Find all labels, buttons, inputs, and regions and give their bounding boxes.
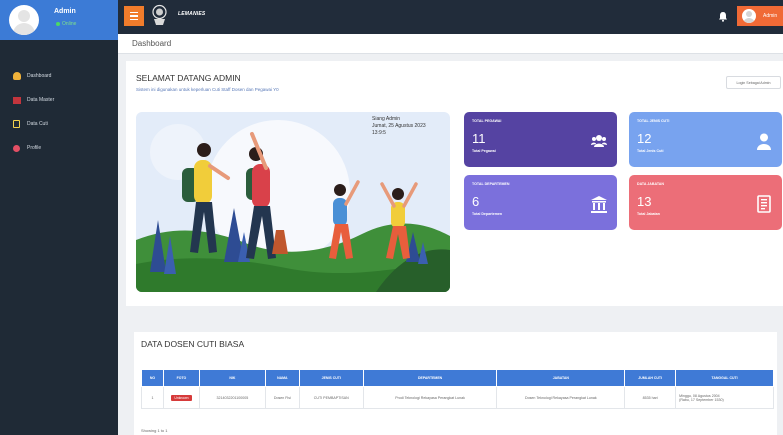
cell-jenis-cuti: CUTI PEMBAPTISAN	[298, 386, 364, 409]
card-subtitle: Total Jenis Cuti	[637, 149, 664, 153]
logo-icon	[152, 4, 167, 25]
data-jabatan-card[interactable]: DATA JABATAN 13 Total Jabatan	[629, 175, 782, 230]
cuti-table-panel: DATA DOSEN CUTI BIASA NO FOTO NIK NAMA J…	[134, 332, 777, 435]
cell-no: 1	[141, 386, 164, 409]
users-icon	[591, 135, 607, 147]
sidebar-item-data-master[interactable]: Data Master	[0, 88, 118, 112]
cuti-table: NO FOTO NIK NAMA JENIS CUTI DEPARTEMEN J…	[141, 369, 774, 409]
card-subtitle: Total Departemen	[472, 212, 503, 216]
sidebar-item-label: Profile	[27, 145, 42, 151]
cell-nik: 3214032201100005	[198, 386, 266, 409]
column-header[interactable]: JUMLAH CUTI	[624, 369, 677, 387]
topbar: LEMANIES Admin	[118, 0, 783, 34]
welcome-banner: Siang Admin Jumat, 25 Agustus 2023 13:9:…	[136, 112, 450, 292]
card-subtitle: Total Jabatan	[637, 212, 660, 216]
sidebar-item-label: Dashboard	[27, 73, 52, 79]
sidebar-item-profile[interactable]: Profile	[0, 136, 118, 160]
document-icon	[757, 195, 771, 213]
database-icon	[12, 96, 21, 105]
table-showing-info: Showing 1 to 1	[141, 428, 168, 433]
user-menu-button[interactable]: Admin	[737, 6, 783, 26]
login-as-admin-button[interactable]: Login Sebagai Admin	[726, 76, 781, 89]
welcome-subtitle: Sistem ini digunakan untuk keperluan Cut…	[136, 87, 279, 92]
calendar-icon	[12, 120, 21, 129]
user-icon	[12, 144, 21, 153]
time-text: 13:9:5	[372, 130, 386, 136]
table-row: 1 Unknown 3214032201100005 Dosen Fisi CU…	[141, 386, 774, 409]
bell-icon[interactable]	[718, 11, 728, 22]
card-title: TOTAL PEGAWAI	[472, 119, 502, 123]
total-jenis-cuti-card[interactable]: TOTAL JENIS CUTI 12 Total Jenis Cuti	[629, 112, 782, 167]
column-header[interactable]: JABATAN	[496, 369, 626, 387]
sidebar: Admin Online Dashboard Data Master Data …	[0, 0, 118, 435]
card-title: DATA JABATAN	[637, 182, 664, 186]
banner-greeting: Siang Admin Jumat, 25 Agustus 2023 13:9:…	[372, 116, 426, 137]
card-value: 6	[472, 194, 480, 209]
greeting-text: Siang Admin	[372, 116, 401, 122]
card-title: TOTAL JENIS CUTI	[637, 119, 670, 123]
card-value: 13	[637, 194, 652, 209]
sidebar-user-name: Admin	[54, 8, 76, 15]
cell-departemen: Prodi Teknologi Rekayasa Perangkat Lunak	[362, 386, 498, 409]
column-header[interactable]: FOTO	[162, 369, 200, 387]
hiking-illustration	[136, 120, 450, 292]
dashboard-icon	[12, 72, 21, 81]
avatar	[742, 9, 756, 23]
total-pegawai-card[interactable]: TOTAL PEGAWAI 11 Total Pegawai	[464, 112, 617, 167]
avatar-body	[13, 23, 35, 35]
column-header[interactable]: NO	[141, 369, 164, 387]
column-header[interactable]: NIK	[198, 369, 266, 387]
date-text: Jumat, 25 Agustus 2023	[372, 123, 426, 129]
avatar-head	[18, 10, 30, 22]
breadcrumb: Dashboard	[118, 34, 783, 54]
welcome-title: SELAMAT DATANG ADMIN	[136, 73, 241, 83]
cell-nama: Dosen Fisi	[264, 386, 300, 409]
tanggal-cuti-end: (Rabu, 17 September 1530)	[679, 397, 724, 402]
user-panel: Admin Online	[0, 0, 118, 40]
total-departemen-card[interactable]: TOTAL DEPARTEMEN 6 Total Departemen	[464, 175, 617, 230]
card-value: 12	[637, 131, 652, 146]
card-title: TOTAL DEPARTEMEN	[472, 182, 510, 186]
cell-jabatan: Dosen Teknologi Rekayasa Perangkat Lunak	[496, 386, 626, 409]
table-title: DATA DOSEN CUTI BIASA	[141, 339, 245, 349]
cell-tanggal-cuti: Minggu, 08 Agustus 2004 (Rabu, 17 Septem…	[675, 386, 774, 409]
foto-badge[interactable]: Unknown	[171, 394, 192, 401]
sidebar-nav: Dashboard Data Master Data Cuti Profile	[0, 64, 118, 160]
dashboard-panel: SELAMAT DATANG ADMIN Sistem ini digunaka…	[126, 61, 783, 306]
card-subtitle: Total Pegawai	[472, 149, 496, 153]
avatar	[9, 5, 39, 35]
cell-jumlah-cuti: 8535 hari	[624, 386, 677, 409]
menu-toggle-button[interactable]	[124, 6, 144, 26]
sidebar-item-label: Data Cuti	[27, 121, 48, 127]
building-icon	[591, 196, 607, 213]
sidebar-user-status: Online	[56, 21, 76, 27]
column-header[interactable]: DEPARTEMEN	[362, 369, 498, 387]
cell-foto: Unknown	[162, 386, 200, 409]
top-user-name: Admin	[763, 13, 778, 19]
user-icon	[757, 133, 771, 150]
brand-name: LEMANIES	[178, 11, 206, 17]
column-header[interactable]: NAMA	[264, 369, 300, 387]
sidebar-item-dashboard[interactable]: Dashboard	[0, 64, 118, 88]
column-header[interactable]: JENIS CUTI	[298, 369, 364, 387]
sidebar-item-label: Data Master	[27, 97, 55, 103]
table-header-row: NO FOTO NIK NAMA JENIS CUTI DEPARTEMEN J…	[141, 369, 774, 387]
card-value: 11	[472, 131, 486, 146]
column-header[interactable]: TANGGAL CUTI	[675, 369, 774, 387]
sidebar-item-data-cuti[interactable]: Data Cuti	[0, 112, 118, 136]
page-title: Dashboard	[132, 39, 172, 48]
